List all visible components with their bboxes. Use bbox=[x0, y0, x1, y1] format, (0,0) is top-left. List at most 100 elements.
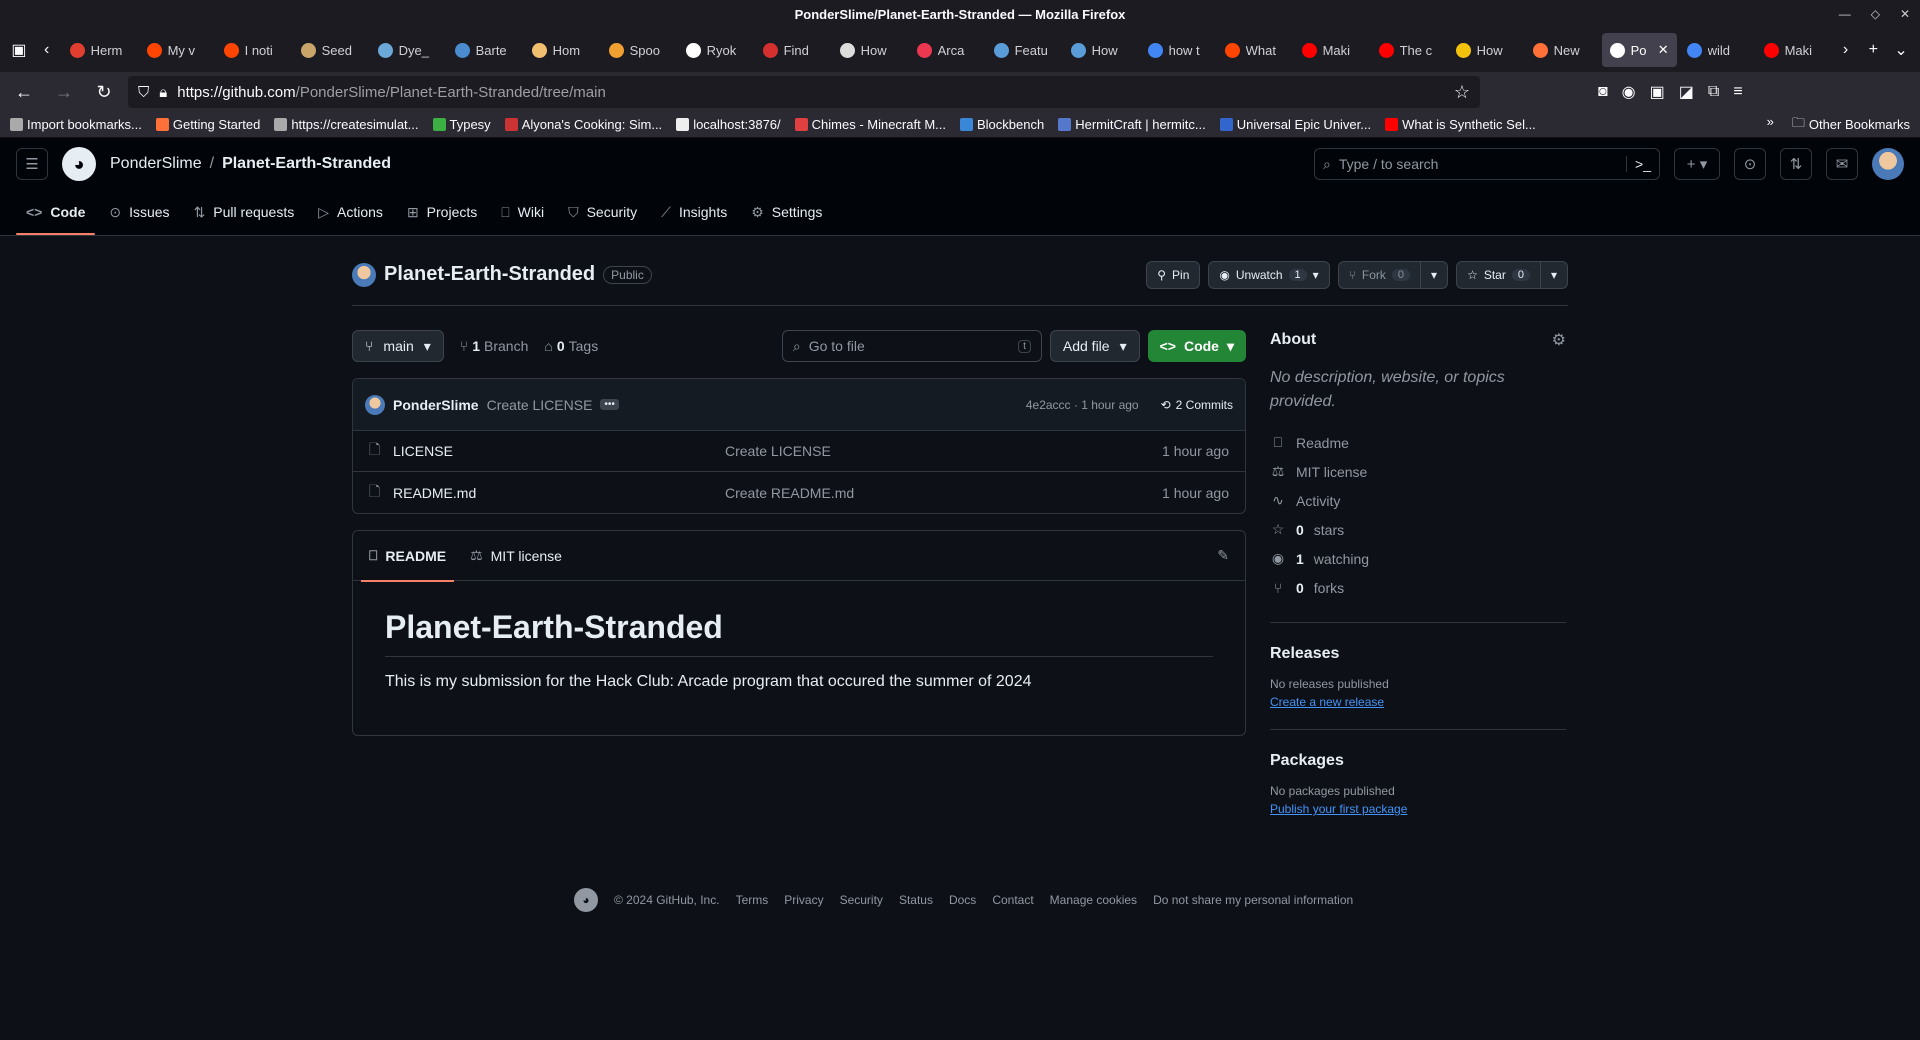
bookmark-item[interactable]: Alyona's Cooking: Sim... bbox=[504, 117, 662, 132]
code-button[interactable]: <> Code ▾ bbox=[1147, 330, 1246, 362]
tab-pull-requests[interactable]: ⇅ Pull requests bbox=[184, 189, 305, 235]
tab-issues[interactable]: ⊙ Issues bbox=[99, 189, 179, 235]
star-button[interactable]: ☆ Star 0 bbox=[1456, 260, 1541, 289]
url-bar[interactable]: ⛉ 🔒︎ https://github.com/PonderSlime/Plan… bbox=[128, 76, 1480, 108]
add-file-button[interactable]: Add file ▾ bbox=[1049, 330, 1140, 362]
bookmark-item[interactable]: Typesy bbox=[432, 117, 491, 132]
fork-button[interactable]: ⑂ Fork 0 bbox=[1337, 260, 1422, 289]
bookmark-item[interactable]: Chimes - Minecraft M... bbox=[794, 117, 946, 132]
tab-code[interactable]: <> Code bbox=[16, 189, 96, 235]
lock-icon[interactable]: 🔒︎ bbox=[159, 84, 167, 101]
bookmark-item[interactable]: Getting Started bbox=[155, 117, 260, 132]
unwatch-button[interactable]: ◉ Unwatch 1 ▾ bbox=[1208, 260, 1330, 289]
pin-button[interactable]: ⚲ Pin bbox=[1146, 260, 1201, 289]
pencil-icon[interactable]: ✎ bbox=[1209, 547, 1237, 564]
forks-link[interactable]: ⑂ 0 forks bbox=[1270, 573, 1566, 602]
tab-projects[interactable]: ⊞ Projects bbox=[397, 189, 487, 235]
browser-tab[interactable]: Maki bbox=[1756, 33, 1831, 67]
commit-hash[interactable]: 4e2accc · 1 hour ago bbox=[1026, 398, 1139, 412]
tags-link[interactable]: ⌂ 0 Tags bbox=[544, 338, 598, 354]
owner-link[interactable]: PonderSlime bbox=[110, 155, 202, 173]
scroll-tabs-right-icon[interactable]: › bbox=[1833, 36, 1859, 64]
repo-link[interactable]: Planet-Earth-Stranded bbox=[222, 155, 391, 173]
watching-link[interactable]: ◉ 1 watching bbox=[1270, 544, 1566, 573]
forward-icon[interactable]: → bbox=[48, 76, 80, 108]
create-release-link[interactable]: Create a new release bbox=[1270, 695, 1566, 709]
pull-requests-icon[interactable]: ⇅ bbox=[1780, 148, 1812, 180]
minimize-icon[interactable]: — bbox=[1839, 7, 1851, 21]
new-tab-icon[interactable]: + bbox=[1860, 36, 1886, 64]
footer-contact-link[interactable]: Contact bbox=[992, 893, 1033, 907]
commit-message[interactable]: Create LICENSE bbox=[487, 397, 593, 413]
create-new-button[interactable]: + ▾ bbox=[1674, 148, 1720, 180]
browser-tab[interactable]: Barte bbox=[447, 33, 522, 67]
pocket-icon[interactable]: ◙ bbox=[1598, 83, 1608, 101]
tab-settings[interactable]: ⚙ Settings bbox=[741, 189, 832, 235]
file-commit-message[interactable]: Create LICENSE bbox=[725, 443, 831, 459]
browser-tab[interactable]: how t bbox=[1140, 33, 1215, 67]
tab-actions[interactable]: ▷ Actions bbox=[308, 189, 393, 235]
commit-author[interactable]: PonderSlime bbox=[393, 397, 479, 413]
browser-tab[interactable]: Maki bbox=[1294, 33, 1369, 67]
footer-docs-link[interactable]: Docs bbox=[949, 893, 976, 907]
browser-tab[interactable]: Ryok bbox=[678, 33, 753, 67]
tab-license[interactable]: ⚖ MIT license bbox=[462, 531, 570, 581]
browser-tab[interactable]: I noti bbox=[216, 33, 291, 67]
go-to-file-input[interactable]: ⌕ Go to file t bbox=[781, 330, 1042, 362]
tab-list-icon[interactable]: ▣ bbox=[6, 36, 32, 64]
browser-tab[interactable]: What bbox=[1217, 33, 1292, 67]
bookmarks-overflow-icon[interactable]: » bbox=[1767, 114, 1774, 136]
file-name[interactable]: LICENSE bbox=[393, 443, 725, 459]
tab-security[interactable]: ⛉ Security bbox=[558, 189, 647, 235]
browser-tab[interactable]: New bbox=[1525, 33, 1600, 67]
releases-heading[interactable]: Releases bbox=[1270, 645, 1566, 663]
other-bookmarks[interactable]: 🗀︎ Other Bookmarks bbox=[1792, 114, 1910, 136]
browser-tab[interactable]: My v bbox=[139, 33, 214, 67]
extension-icon[interactable]: ◪ bbox=[1679, 82, 1694, 102]
bookmark-item[interactable]: https://createsimulat... bbox=[274, 117, 419, 132]
readme-link[interactable]: ⎕ Readme bbox=[1270, 428, 1566, 457]
commits-link[interactable]: ⟲ 2 Commits bbox=[1161, 398, 1233, 412]
browser-tab[interactable]: How bbox=[1448, 33, 1523, 67]
command-palette-icon[interactable]: >_ bbox=[1626, 156, 1651, 172]
browser-tab[interactable]: Seed bbox=[293, 33, 368, 67]
branch-selector[interactable]: ⑂ main ▾ bbox=[352, 330, 444, 362]
repo-title[interactable]: Planet-Earth-Stranded bbox=[384, 263, 595, 286]
bookmark-item[interactable]: What is Synthetic Sel... bbox=[1385, 117, 1536, 132]
extensions-puzzle-icon[interactable]: ⧉ bbox=[1708, 83, 1719, 101]
table-row[interactable]: 🗋︎ README.md Create README.md 1 hour ago bbox=[353, 472, 1245, 513]
star-dropdown[interactable]: ▾ bbox=[1540, 260, 1568, 289]
back-icon[interactable]: ← bbox=[8, 76, 40, 108]
browser-tab[interactable]: Herm bbox=[62, 33, 137, 67]
browser-tab[interactable]: Po ✕ bbox=[1601, 33, 1677, 67]
table-row[interactable]: 🗋︎ LICENSE Create LICENSE 1 hour ago bbox=[353, 431, 1245, 472]
browser-tab[interactable]: Dye_ bbox=[370, 33, 445, 67]
footer-privacy-link[interactable]: Privacy bbox=[784, 893, 823, 907]
footer-status-link[interactable]: Status bbox=[899, 893, 933, 907]
activity-link[interactable]: ∿ Activity bbox=[1270, 486, 1566, 515]
browser-tab[interactable]: Spoo bbox=[601, 33, 676, 67]
avatar[interactable] bbox=[365, 394, 385, 415]
gear-icon[interactable]: ⚙ bbox=[1552, 330, 1566, 350]
reload-icon[interactable]: ↻ bbox=[88, 76, 120, 108]
tab-readme[interactable]: ⎕ README bbox=[361, 531, 455, 582]
expand-commit-icon[interactable]: ••• bbox=[600, 399, 619, 410]
avatar[interactable] bbox=[1872, 148, 1904, 180]
close-tab-icon[interactable]: ✕ bbox=[1658, 42, 1669, 58]
footer-terms-link[interactable]: Terms bbox=[736, 893, 769, 907]
browser-tab[interactable]: How bbox=[1063, 33, 1138, 67]
browser-tab[interactable]: Featu bbox=[986, 33, 1061, 67]
search-input[interactable]: ⌕ Type / to search >_ bbox=[1314, 148, 1660, 180]
publish-package-link[interactable]: Publish your first package bbox=[1270, 802, 1566, 816]
bookmark-item[interactable]: Blockbench bbox=[960, 117, 1044, 132]
repo-owner-avatar[interactable] bbox=[352, 262, 376, 287]
browser-tab[interactable]: Arca bbox=[909, 33, 984, 67]
license-link[interactable]: ⚖ MIT license bbox=[1270, 457, 1566, 486]
tab-overflow-icon[interactable]: ⌄ bbox=[1888, 36, 1914, 64]
packages-heading[interactable]: Packages bbox=[1270, 752, 1566, 770]
browser-tab[interactable]: How bbox=[832, 33, 907, 67]
account-icon[interactable]: ◉ bbox=[1622, 82, 1636, 102]
github-logo-icon[interactable]: ◕ bbox=[574, 888, 598, 912]
tab-insights[interactable]: ⟋ Insights bbox=[651, 189, 737, 235]
inbox-icon[interactable]: ✉ bbox=[1826, 148, 1858, 180]
